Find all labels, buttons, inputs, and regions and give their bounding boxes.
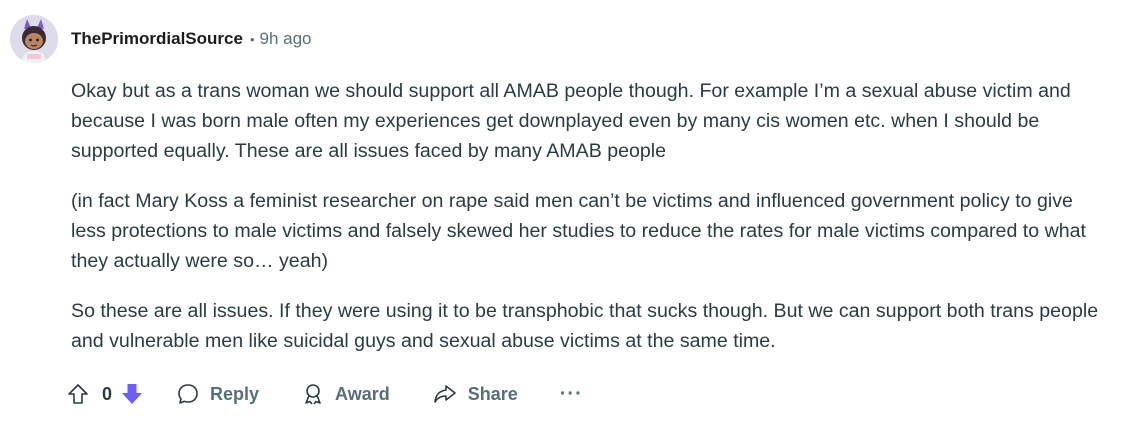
share-button[interactable]: Share [432, 382, 518, 406]
reply-button[interactable]: Reply [176, 382, 259, 406]
comment-body: Okay but as a trans woman we should supp… [71, 76, 1106, 356]
reply-label: Reply [210, 383, 260, 404]
timestamp[interactable]: 9h ago [260, 29, 312, 49]
more-options-button[interactable]: ··· [560, 383, 583, 406]
username[interactable]: ThePrimordialSource [71, 29, 243, 49]
share-icon [432, 382, 458, 406]
award-label: Award [335, 383, 390, 404]
comment-paragraph: Okay but as a trans woman we should supp… [71, 80, 1071, 162]
comment-paragraph: So these are all issues. If they were us… [71, 300, 1099, 352]
meta-separator: • [249, 31, 255, 47]
upvote-icon[interactable] [66, 382, 90, 406]
vote-count: 0 [102, 383, 113, 404]
comment: ThePrimordialSource • 9h ago Okay but as… [10, 14, 1120, 412]
reply-icon [176, 382, 200, 406]
downvote-icon[interactable] [120, 382, 144, 406]
avatar[interactable] [10, 15, 58, 63]
comment-header: ThePrimordialSource • 9h ago [10, 14, 1120, 64]
comment-actions: 0 Reply Award Share ··· [66, 376, 1120, 412]
vote-controls: 0 [66, 382, 144, 406]
share-label: Share [467, 383, 518, 404]
more-icon: ··· [559, 382, 583, 405]
award-icon [301, 382, 325, 406]
comment-paragraph: (in fact Mary Koss a feminist researcher… [71, 190, 1086, 272]
award-button[interactable]: Award [301, 382, 390, 406]
